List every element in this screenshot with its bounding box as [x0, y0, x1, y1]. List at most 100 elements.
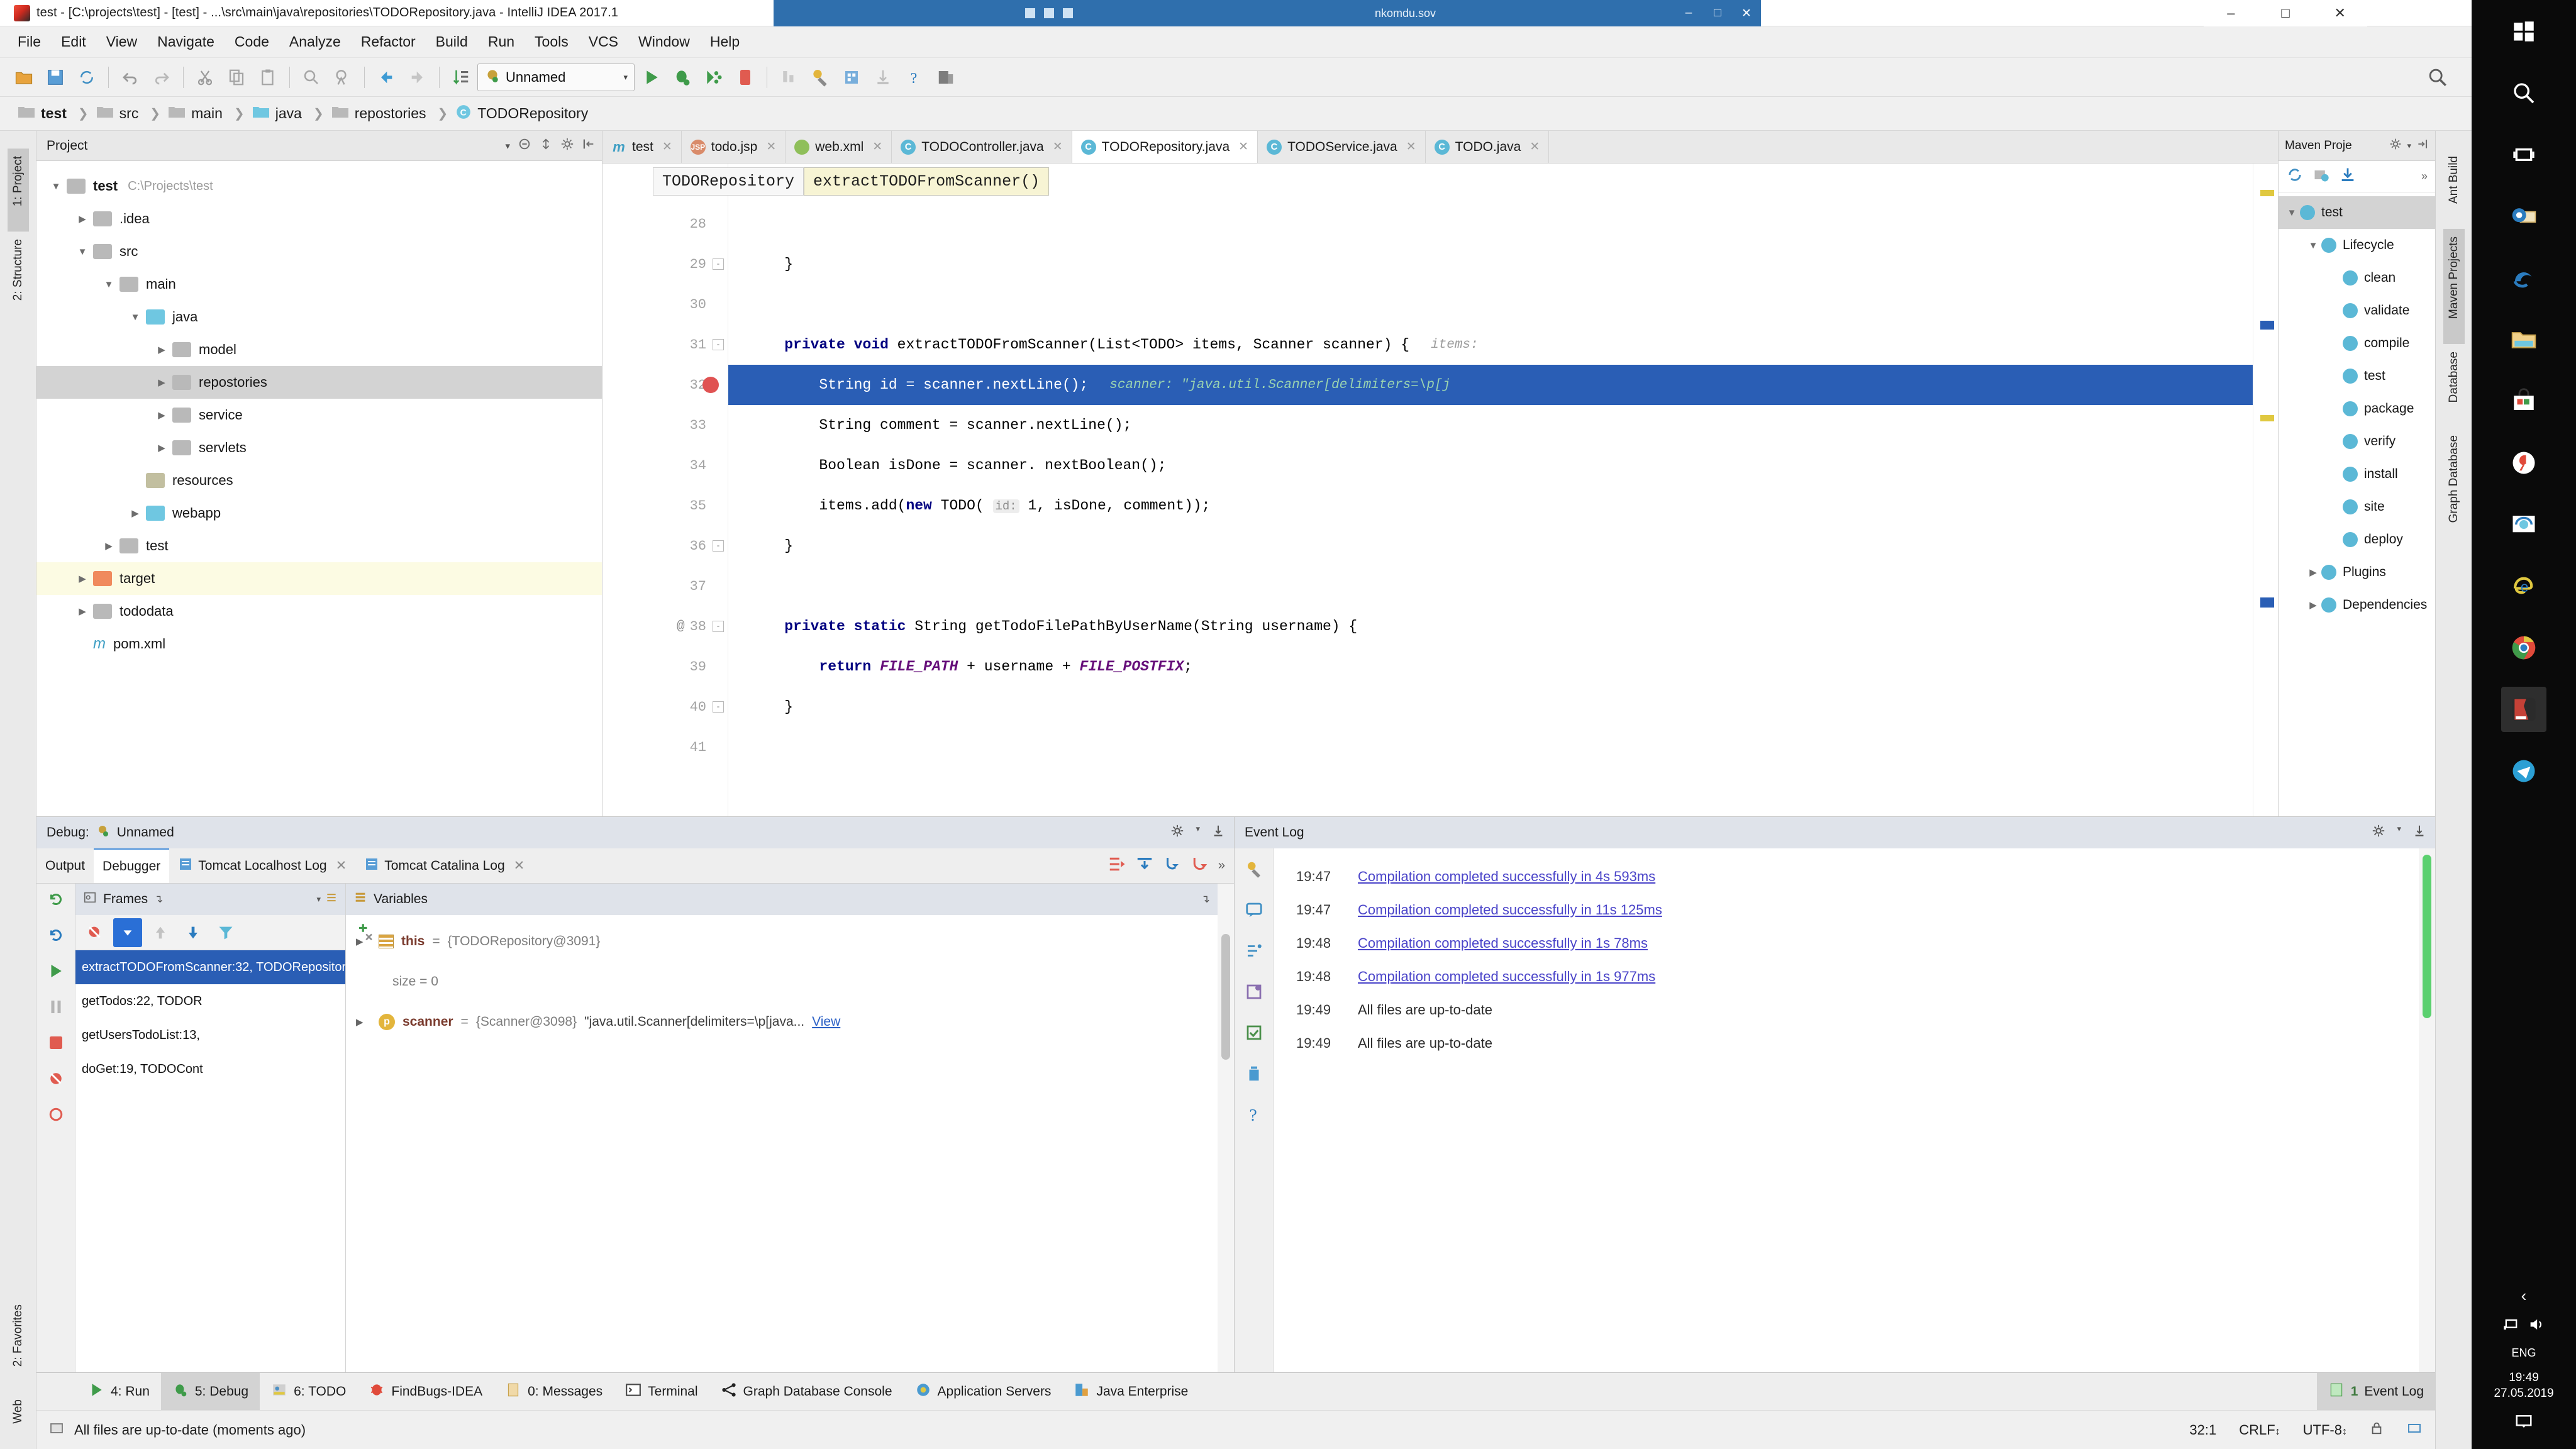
tree-twisty-icon[interactable]: ▶ [2305, 599, 2321, 611]
rerun-icon[interactable] [47, 890, 65, 912]
force-step-into-icon[interactable] [1191, 855, 1209, 877]
tree-twisty-icon[interactable]: ▼ [2305, 240, 2321, 251]
tree-twisty-icon[interactable]: ▶ [151, 442, 172, 453]
chevron-down-icon[interactable]: ▾ [316, 894, 321, 904]
debug-tab[interactable]: Output [36, 848, 94, 883]
breadcrumb-item-todorepository[interactable]: C TODORepository [449, 101, 598, 126]
project-tree-node[interactable]: m pom.xml [36, 628, 602, 660]
debug-tab[interactable]: Debugger [94, 848, 170, 883]
edge-icon[interactable] [2501, 255, 2546, 301]
ie-icon[interactable]: e [2501, 564, 2546, 609]
close-icon[interactable]: ✕ [514, 858, 525, 874]
tool-tab-mavenprojects[interactable]: Maven Projects [2443, 229, 2465, 344]
code-fold-icon[interactable]: - [713, 258, 724, 270]
network-icon[interactable] [2502, 1316, 2520, 1336]
tool-window-button-6todo[interactable]: 6: TODO [260, 1373, 357, 1410]
tool-window-button-5debug[interactable]: 5: Debug [160, 1373, 260, 1410]
status-toggle-icon[interactable] [49, 1421, 64, 1440]
breadcrumb-item-test[interactable]: test [11, 103, 77, 125]
tool-tab-database[interactable]: Database [2443, 344, 2465, 428]
view-breakpoints-icon[interactable] [47, 1105, 65, 1127]
code-line[interactable]: Boolean isDone = scanner. nextBoolean(); [728, 445, 2253, 486]
maven-tree-node[interactable]: ▼ test [2279, 196, 2435, 229]
replace-icon[interactable] [328, 62, 358, 92]
step-up-icon[interactable] [146, 918, 175, 947]
forward-icon[interactable] [402, 62, 433, 92]
close-button[interactable]: ✕ [2312, 0, 2367, 26]
menu-item-edit[interactable]: Edit [52, 30, 95, 54]
gear-icon[interactable] [2372, 824, 2385, 841]
code-line[interactable]: private void extractTODOFromScanner(List… [728, 325, 2253, 365]
maven-tree-node[interactable]: install [2279, 458, 2435, 491]
gutter-line[interactable]: 34 [602, 445, 728, 486]
project-tree-node[interactable]: ▼ src [36, 235, 602, 268]
telegram-icon[interactable] [2501, 748, 2546, 794]
paste-icon[interactable] [253, 62, 283, 92]
breadcrumb-item-src[interactable]: src [90, 103, 149, 125]
maven-tree-node[interactable]: ▶ Plugins [2279, 556, 2435, 589]
close-icon[interactable]: ✕ [1406, 140, 1416, 154]
task-icon[interactable] [1245, 1023, 1263, 1045]
sort-icon[interactable] [446, 62, 476, 92]
gear-icon[interactable] [560, 137, 574, 155]
tree-twisty-icon[interactable]: ▶ [125, 508, 146, 519]
editor-tab[interactable]: C TODOController.java ✕ [892, 131, 1072, 163]
project-tree[interactable]: ▼ test C:\Projects\test ▶ .idea ▼ src ▼ … [36, 161, 602, 816]
minimize-button[interactable]: – [2204, 0, 2258, 26]
editor-tab[interactable]: C TODO.java ✕ [1425, 131, 1550, 163]
menu-item-code[interactable]: Code [226, 30, 278, 54]
close-icon[interactable]: ✕ [662, 140, 672, 154]
step-over-icon[interactable] [1135, 855, 1154, 877]
gutter-line[interactable]: 33 [602, 405, 728, 445]
code-line[interactable]: } [728, 687, 2253, 727]
window-controls[interactable]: – □ ✕ [2204, 0, 2367, 26]
profile-icon[interactable] [774, 62, 804, 92]
sticky-class-name[interactable]: TODORepository [653, 167, 804, 196]
hide-icon[interactable] [1211, 824, 1225, 841]
step-down-icon[interactable] [179, 918, 208, 947]
resume-icon[interactable] [47, 962, 65, 984]
gutter-line[interactable]: 28 [602, 204, 728, 244]
project-tree-node[interactable]: ▶ test [36, 530, 602, 562]
gutter-line[interactable]: 30 [602, 284, 728, 325]
code-line[interactable] [728, 204, 2253, 244]
code-fold-icon[interactable]: - [713, 339, 724, 350]
gutter-line[interactable]: 37 [602, 566, 728, 606]
tree-twisty-icon[interactable]: ▶ [98, 540, 119, 552]
chrome-icon[interactable] [2501, 625, 2546, 670]
maximize-button[interactable]: □ [2258, 0, 2313, 26]
menu-item-file[interactable]: File [9, 30, 50, 54]
gear-icon[interactable] [1170, 824, 1184, 841]
maven-tree-node[interactable]: compile [2279, 327, 2435, 360]
hide-icon[interactable] [582, 137, 596, 155]
debug-tab[interactable]: Tomcat Localhost Log ✕ [169, 848, 355, 883]
tool-tab-web[interactable]: Web [8, 1392, 29, 1449]
code-line[interactable] [728, 727, 2253, 767]
close-icon[interactable]: ✕ [1053, 140, 1063, 154]
build-icon[interactable] [1245, 860, 1263, 882]
event-log-entry[interactable]: 19:49 All files are up-to-date [1296, 993, 2419, 1026]
event-message[interactable]: Compilation completed successfully in 1s… [1358, 935, 1648, 952]
code-line[interactable] [728, 284, 2253, 325]
project-tree-node[interactable]: ▶ repostories [36, 366, 602, 399]
editor-tab[interactable]: JSP todo.jsp ✕ [681, 131, 786, 163]
project-tree-node[interactable]: ▶ .idea [36, 203, 602, 235]
frames-pin-icon[interactable]: ↴ [154, 893, 163, 906]
gutter-line[interactable]: 35 [602, 486, 728, 526]
event-log-list[interactable]: 19:47 Compilation completed successfully… [1274, 848, 2419, 1372]
select-caret-icon[interactable]: ▾ [505, 140, 510, 152]
filter-icon[interactable] [211, 918, 240, 947]
settings-icon[interactable] [805, 62, 835, 92]
search-everywhere-icon[interactable] [2423, 62, 2453, 92]
code-line[interactable]: return FILE_PATH + username + FILE_POSTF… [728, 647, 2253, 687]
menu-item-window[interactable]: Window [630, 30, 699, 54]
vcs-icon[interactable] [1245, 941, 1263, 963]
breakpoint-icon[interactable] [702, 377, 719, 393]
back-icon[interactable] [371, 62, 401, 92]
breadcrumb-item-repostories[interactable]: repostories [325, 103, 436, 125]
code-fold-icon[interactable]: - [713, 540, 724, 552]
tool-window-button-terminal[interactable]: Terminal [614, 1373, 709, 1410]
maven-tree-node[interactable]: clean [2279, 262, 2435, 294]
tray-chevron-icon[interactable]: ‹ [2521, 1286, 2527, 1306]
encoding[interactable]: UTF-8↕ [2303, 1422, 2347, 1438]
